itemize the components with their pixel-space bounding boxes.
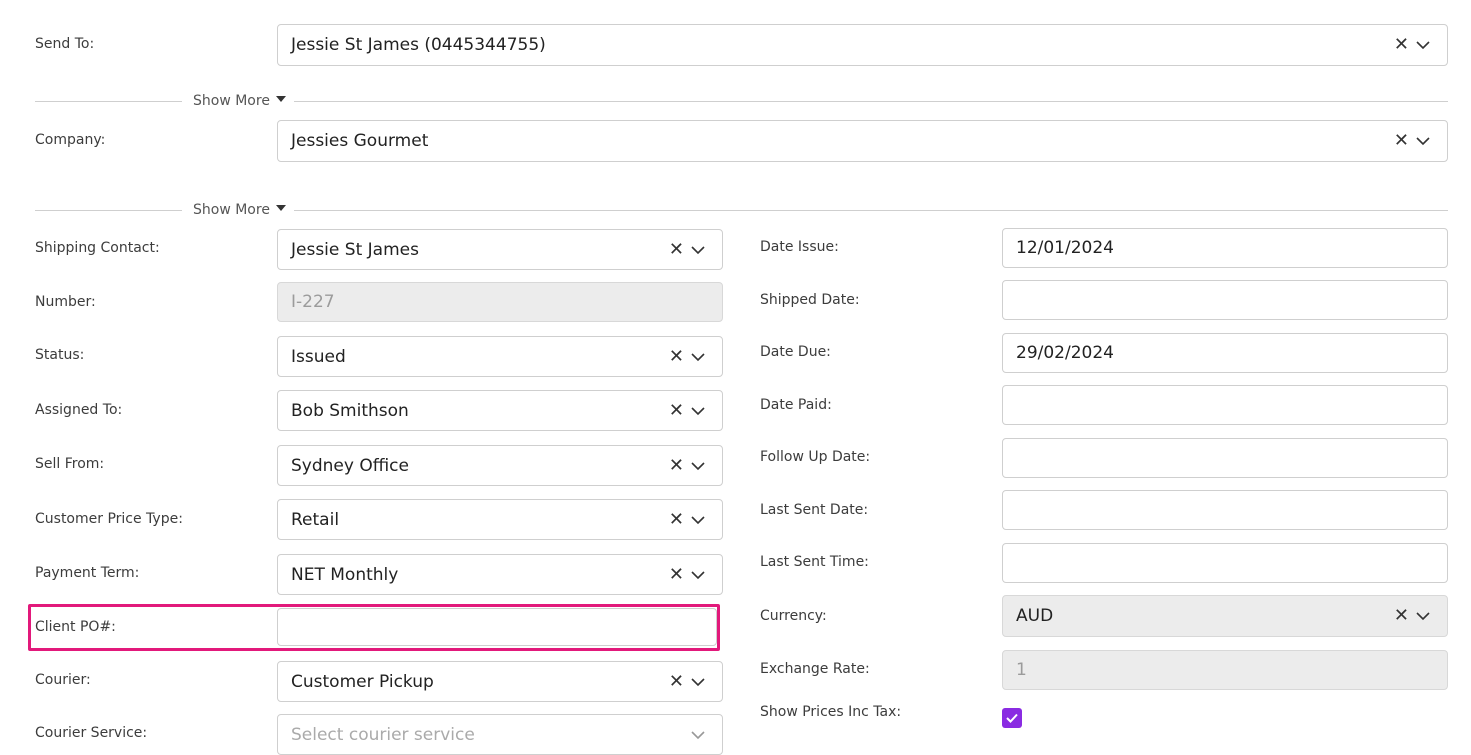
- divider: [35, 101, 182, 102]
- caret-down-icon: [275, 96, 286, 102]
- company-select[interactable]: Jessies Gourmet ✕: [277, 120, 1448, 162]
- payment-term-label: Payment Term:: [35, 565, 140, 581]
- show-prices-inc-tax-checkbox[interactable]: [1002, 708, 1022, 728]
- sell-from-label: Sell From:: [35, 456, 105, 472]
- courier-select[interactable]: Customer Pickup ✕: [277, 661, 723, 702]
- shipped-date-input[interactable]: [1002, 280, 1448, 320]
- clear-icon[interactable]: ✕: [1394, 132, 1409, 150]
- number-field: I-227: [277, 282, 723, 322]
- show-prices-inc-tax-label: Show Prices Inc Tax:: [760, 704, 902, 720]
- chevron-down-icon[interactable]: [690, 461, 706, 471]
- payment-term-value: NET Monthly: [291, 564, 399, 585]
- exchange-rate-field: 1: [1002, 650, 1448, 690]
- follow-up-date-input[interactable]: [1002, 438, 1448, 478]
- divider: [35, 210, 182, 211]
- customer-price-type-value: Retail: [291, 509, 340, 530]
- divider: [294, 210, 1448, 211]
- currency-label: Currency:: [760, 608, 827, 624]
- sell-from-select[interactable]: Sydney Office ✕: [277, 445, 723, 486]
- courier-label: Courier:: [35, 672, 91, 688]
- company-value: Jessies Gourmet: [291, 131, 429, 151]
- chevron-down-icon[interactable]: [690, 730, 706, 740]
- shipping-contact-select[interactable]: Jessie St James ✕: [277, 229, 723, 270]
- status-select[interactable]: Issued ✕: [277, 336, 723, 377]
- chevron-down-icon[interactable]: [690, 570, 706, 580]
- courier-service-label: Courier Service:: [35, 725, 148, 741]
- customer-price-type-label: Customer Price Type:: [35, 511, 183, 527]
- clear-icon[interactable]: ✕: [669, 456, 684, 475]
- courier-service-select[interactable]: Select courier service: [277, 714, 723, 755]
- last-sent-date-input[interactable]: [1002, 490, 1448, 530]
- company-label: Company:: [35, 132, 106, 148]
- clear-icon[interactable]: ✕: [669, 510, 684, 529]
- currency-select[interactable]: AUD ✕: [1002, 595, 1448, 637]
- last-sent-time-label: Last Sent Time:: [760, 554, 869, 570]
- show-more-toggle[interactable]: Show More: [193, 202, 286, 218]
- clear-icon[interactable]: ✕: [669, 401, 684, 420]
- caret-down-icon: [275, 205, 286, 211]
- sell-from-value: Sydney Office: [291, 455, 409, 476]
- clear-icon[interactable]: ✕: [669, 672, 684, 691]
- assigned-to-value: Bob Smithson: [291, 400, 409, 421]
- date-due-value: 29/02/2024: [1016, 343, 1114, 363]
- chevron-down-icon[interactable]: [1415, 40, 1431, 50]
- client-po-label: Client PO#:: [35, 619, 116, 635]
- shipping-contact-value: Jessie St James: [291, 239, 419, 260]
- clear-icon[interactable]: ✕: [669, 240, 684, 259]
- last-sent-date-label: Last Sent Date:: [760, 502, 869, 518]
- clear-icon[interactable]: ✕: [669, 565, 684, 584]
- show-more-label: Show More: [193, 93, 270, 109]
- shipping-contact-label: Shipping Contact:: [35, 240, 160, 256]
- chevron-down-icon[interactable]: [690, 245, 706, 255]
- currency-value: AUD: [1016, 606, 1054, 626]
- chevron-down-icon[interactable]: [1415, 136, 1431, 146]
- exchange-rate-value: 1: [1016, 660, 1027, 680]
- send-to-select[interactable]: Jessie St James (0445344755) ✕: [277, 24, 1448, 66]
- date-issue-input[interactable]: 12/01/2024: [1002, 228, 1448, 268]
- clear-icon[interactable]: ✕: [669, 347, 684, 366]
- chevron-down-icon[interactable]: [690, 677, 706, 687]
- shipped-date-label: Shipped Date:: [760, 292, 860, 308]
- date-issue-label: Date Issue:: [760, 239, 839, 255]
- number-value: I-227: [291, 292, 335, 312]
- date-issue-value: 12/01/2024: [1016, 238, 1114, 258]
- checkmark-icon: [1006, 713, 1018, 723]
- assigned-to-label: Assigned To:: [35, 402, 123, 418]
- status-value: Issued: [291, 346, 346, 367]
- show-more-label: Show More: [193, 202, 270, 218]
- send-to-value: Jessie St James (0445344755): [291, 35, 546, 55]
- follow-up-date-label: Follow Up Date:: [760, 449, 871, 465]
- date-paid-label: Date Paid:: [760, 397, 832, 413]
- status-label: Status:: [35, 347, 85, 363]
- customer-price-type-select[interactable]: Retail ✕: [277, 499, 723, 540]
- show-more-toggle[interactable]: Show More: [193, 93, 286, 109]
- exchange-rate-label: Exchange Rate:: [760, 661, 870, 677]
- divider: [294, 101, 1448, 102]
- number-label: Number:: [35, 294, 96, 310]
- last-sent-time-input[interactable]: [1002, 543, 1448, 583]
- client-po-input[interactable]: [277, 608, 717, 646]
- chevron-down-icon[interactable]: [690, 352, 706, 362]
- date-due-label: Date Due:: [760, 344, 831, 360]
- chevron-down-icon[interactable]: [1415, 611, 1431, 621]
- clear-icon[interactable]: ✕: [1394, 607, 1409, 625]
- send-to-label: Send To:: [35, 36, 95, 52]
- chevron-down-icon[interactable]: [690, 515, 706, 525]
- clear-icon[interactable]: ✕: [1394, 36, 1409, 54]
- courier-value: Customer Pickup: [291, 671, 434, 692]
- date-paid-input[interactable]: [1002, 385, 1448, 425]
- assigned-to-select[interactable]: Bob Smithson ✕: [277, 390, 723, 431]
- courier-service-placeholder: Select courier service: [291, 724, 475, 745]
- chevron-down-icon[interactable]: [690, 406, 706, 416]
- payment-term-select[interactable]: NET Monthly ✕: [277, 554, 723, 595]
- date-due-input[interactable]: 29/02/2024: [1002, 333, 1448, 373]
